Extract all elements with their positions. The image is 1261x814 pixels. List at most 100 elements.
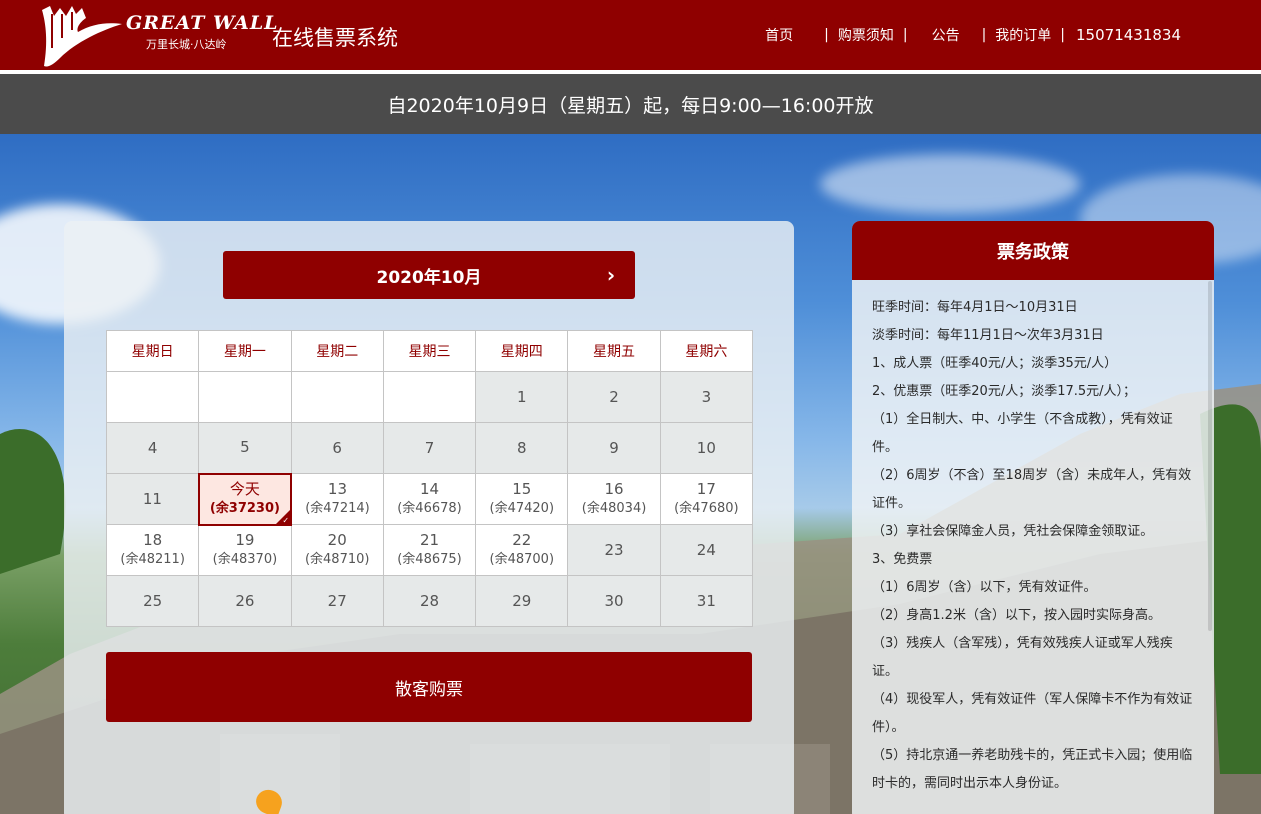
- tickets-remaining: (余47680): [674, 501, 739, 516]
- calendar-day[interactable]: 17 (余47680): [659, 473, 754, 525]
- calendar-day: 11: [105, 473, 200, 525]
- calendar-day: 5: [198, 422, 292, 474]
- policy-line: 3、免费票: [872, 552, 933, 567]
- day-number: 今天: [229, 480, 260, 498]
- day-number: 14: [419, 480, 440, 498]
- tickets-remaining: (余48211): [120, 552, 185, 567]
- current-month-label: 2020年10月: [376, 267, 482, 288]
- calendar-day: 6: [290, 422, 384, 474]
- nav-my-orders-link[interactable]: 我的订单: [995, 25, 1051, 45]
- nav-home-link[interactable]: 首页: [765, 25, 793, 45]
- calendar-week-row: 4 5 6 7 8 9 10: [105, 422, 754, 474]
- day-number: 5: [240, 438, 250, 457]
- calendar-day[interactable]: 20 (余48710): [290, 524, 384, 576]
- day-number: 29: [512, 591, 532, 610]
- nav-announcement-link[interactable]: 公告: [932, 25, 960, 45]
- day-number: 9: [609, 438, 619, 457]
- day-number: 17: [696, 480, 716, 498]
- policy-line: 淡季时间：每年11月1日～次年3月31日: [872, 328, 1104, 343]
- calendar-day: 28: [382, 575, 477, 627]
- day-number: 27: [327, 591, 347, 610]
- policy-line: （2）6周岁（不含）至18周岁（含）未成年人，凭有效证件。: [872, 468, 1192, 511]
- tickets-remaining: (余48700): [489, 552, 555, 567]
- ticket-policy-panel: 票务政策 旺季时间：每年4月1日～10月31日 淡季时间：每年11月1日～次年3月…: [852, 221, 1214, 814]
- day-number: 8: [516, 438, 527, 457]
- logo-chinese-text: 万里长城·八达岭: [146, 38, 227, 51]
- policy-text-list[interactable]: 旺季时间：每年4月1日～10月31日 淡季时间：每年11月1日～次年3月31日 1、…: [852, 280, 1214, 798]
- policy-line: （3）享社会保障金人员，凭社会保障金领取证。: [872, 524, 1154, 539]
- ticket-calendar-panel: 2020年10月 › 星期日 星期一 星期二 星期三 星期四 星期五 星期六 1…: [64, 221, 794, 814]
- day-number: 22: [512, 531, 532, 549]
- calendar-day[interactable]: 13 (余47214): [290, 473, 384, 525]
- day-number: 26: [235, 591, 255, 610]
- month-selector[interactable]: 2020年10月 ›: [223, 251, 635, 299]
- calendar-day: 2: [567, 371, 661, 423]
- calendar-day: 7: [382, 422, 477, 474]
- calendar-day-empty: [198, 371, 292, 423]
- day-number: 7: [424, 438, 435, 457]
- next-month-chevron-icon[interactable]: ›: [601, 263, 621, 287]
- tickets-remaining: (余48034): [581, 501, 647, 516]
- great-wall-logo[interactable]: GREAT WALL 万里长城·八达岭: [36, 2, 278, 70]
- day-number: 31: [696, 591, 716, 610]
- day-number: 25: [143, 591, 163, 610]
- opening-hours-banner: 自2020年10月9日（星期五）起，每日9:00—16:00开放: [0, 74, 1261, 134]
- day-number: 15: [512, 480, 532, 498]
- policy-line: （3）残疾人（含军残），凭有效残疾人证或军人残疾证。: [872, 636, 1173, 679]
- calendar-day: 4: [105, 422, 200, 474]
- weekday-header: 星期六: [659, 330, 754, 372]
- calendar-day: 23: [567, 524, 661, 576]
- calendar-day: 25: [105, 575, 200, 627]
- weekday-header: 星期四: [475, 330, 569, 372]
- day-number: 16: [604, 480, 624, 498]
- day-number: 19: [235, 531, 255, 550]
- day-number: 20: [327, 531, 347, 549]
- calendar-day: 30: [567, 575, 661, 627]
- great-wall-logo-icon: [42, 6, 122, 67]
- calendar-day: 31: [659, 575, 754, 627]
- day-number: 28: [419, 591, 440, 610]
- calendar-day[interactable]: 15 (余47420): [475, 473, 569, 525]
- weekday-header: 星期五: [567, 330, 661, 372]
- policy-title-text: 票务政策: [997, 241, 1069, 263]
- tickets-remaining: (余48710): [304, 552, 370, 567]
- calendar-day-empty: [382, 371, 477, 423]
- tickets-remaining: (余46678): [397, 501, 462, 516]
- day-number: 2: [609, 387, 619, 406]
- calendar-week-row: 18 (余48211) 19 (余48370) 20 (余48710) 21 (余48675)…: [105, 524, 754, 576]
- calendar-day[interactable]: 19 (余48370): [198, 524, 292, 576]
- ticket-calendar: 星期日 星期一 星期二 星期三 星期四 星期五 星期六 1 2 3 4 5 6 7 8 9 10 1…: [105, 330, 754, 627]
- day-number: 21: [419, 531, 440, 549]
- tickets-remaining: (余47214): [305, 501, 370, 516]
- calendar-day: 8: [475, 422, 569, 474]
- policy-line: 1、成人票（旺季40元/人；淡季35元/人）: [872, 356, 1118, 371]
- tickets-remaining: (余47420): [489, 501, 555, 516]
- service-phone: 15071431834: [1076, 26, 1181, 44]
- calendar-day-empty: [290, 371, 384, 423]
- calendar-week-row: 25 26 27 28 29 30 31: [105, 575, 754, 627]
- calendar-day[interactable]: 18 (余48211): [105, 524, 200, 576]
- tickets-remaining: (余48675): [397, 552, 462, 567]
- top-nav: 首页 | 购票须知 | 公告 | 我的订单 | 15071431834: [765, 25, 1181, 45]
- purchase-button-label: 散客购票: [395, 679, 463, 700]
- calendar-day[interactable]: 21 (余48675): [382, 524, 477, 576]
- day-number: 6: [332, 438, 342, 457]
- policy-scrollbar[interactable]: [1208, 281, 1212, 631]
- calendar-day: 10: [659, 422, 754, 474]
- calendar-day: 29: [475, 575, 569, 627]
- policy-line: （1）全日制大、中、小学生（不含成教），凭有效证件。: [872, 412, 1173, 455]
- calendar-day[interactable]: 14 (余46678): [382, 473, 477, 525]
- calendar-day[interactable]: 22 (余48700): [475, 524, 569, 576]
- tickets-remaining: (余48370): [212, 552, 278, 568]
- weekday-header: 星期日: [105, 330, 200, 372]
- nav-ticket-notice-link[interactable]: 购票须知: [838, 25, 894, 45]
- weekday-header: 星期一: [198, 330, 292, 372]
- calendar-day: 26: [198, 575, 292, 627]
- calendar-day: 24: [659, 524, 754, 576]
- calendar-day[interactable]: 16 (余48034): [567, 473, 661, 525]
- policy-line: （2）身高1.2米（含）以下，按入园时实际身高。: [872, 608, 1161, 623]
- individual-ticket-purchase-button[interactable]: 散客购票: [106, 652, 752, 722]
- policy-line: （1）6周岁（含）以下，凭有效证件。: [872, 580, 1097, 595]
- calendar-day-today[interactable]: 今天 (余37230) ✓: [197, 472, 293, 526]
- day-number: 10: [696, 438, 716, 457]
